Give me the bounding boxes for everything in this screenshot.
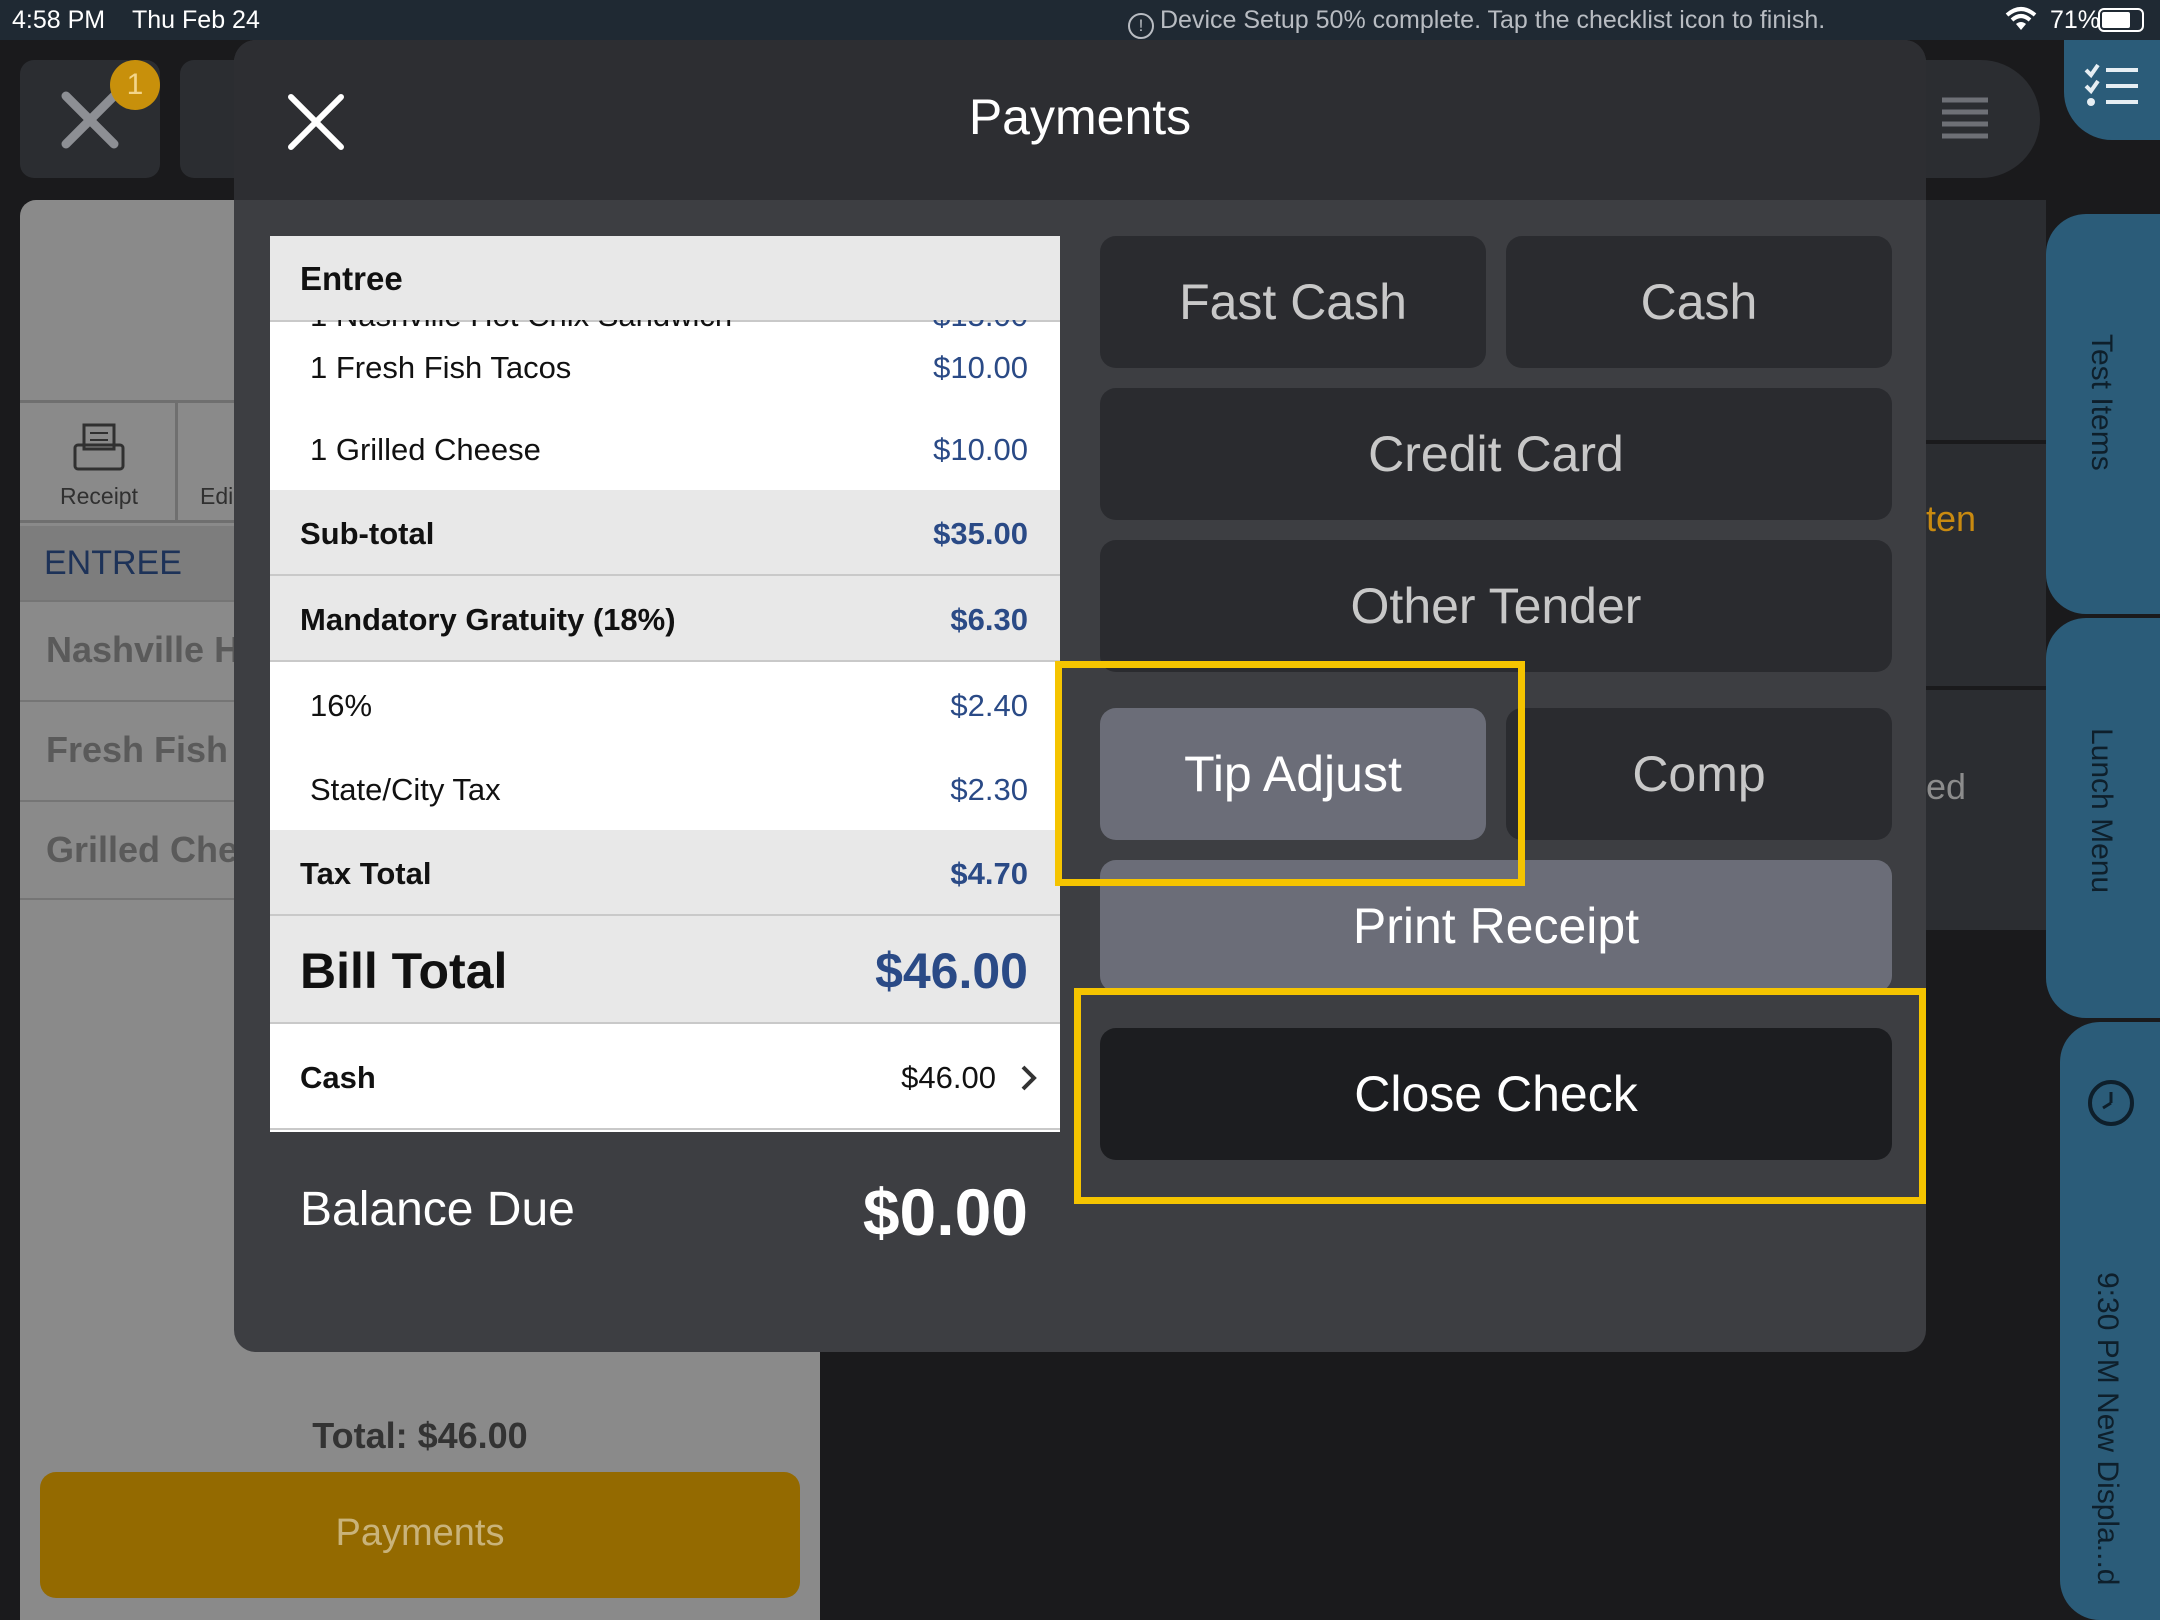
tip-adjust-highlight: [1055, 661, 1525, 886]
bill-total-label: Bill Total: [300, 943, 508, 999]
modal-title: Payments: [968, 89, 1192, 145]
receipt-tab-label: Receipt: [60, 483, 138, 509]
tax-total-row: Tax Total $4.70: [270, 830, 1060, 916]
device-setup-message[interactable]: ! Device Setup 50% complete. Tap the chec…: [1128, 6, 1825, 39]
close-check-highlight: [1074, 988, 1926, 1204]
tax-item: 16% $2.40: [270, 662, 1060, 746]
credit-card-button[interactable]: Credit Card: [1100, 388, 1892, 520]
comp-button[interactable]: Comp: [1506, 708, 1892, 840]
menu-item-partial: ed: [1926, 766, 1967, 807]
notification-badge: 1: [110, 60, 160, 110]
entree-section-label: ENTREE: [44, 544, 182, 582]
gratuity-label: Mandatory Gratuity (18%): [300, 602, 676, 637]
order-item[interactable]: Grilled Che: [20, 800, 260, 900]
edit-tab-label: Edi: [200, 483, 234, 509]
wifi-icon: [2005, 7, 2037, 30]
menu-item-partial: ten: [1926, 498, 1977, 539]
chevron-right-icon: [1021, 1065, 1037, 1091]
tax-item-price: $2.40: [950, 688, 1028, 723]
tax-item-name: State/City Tax: [310, 772, 501, 807]
side-tab-label: Lunch Menu: [2085, 728, 2118, 894]
battery-percent: 71%: [2050, 6, 2101, 34]
order-total: Total: $46.00: [312, 1415, 528, 1456]
subtotal-row: Sub-total $35.00: [270, 490, 1060, 576]
balance-due-label: Balance Due: [300, 1183, 575, 1236]
subtotal-value: $35.00: [933, 516, 1028, 551]
status-bar: 4:58 PM Thu Feb 24 ! Device Setup 50% com…: [0, 0, 2160, 40]
side-tab-new-display[interactable]: 9:30 PM New Displa...d: [2060, 1022, 2160, 1620]
payment-value: $46.00: [901, 1060, 996, 1095]
bill-header-label: Entree: [300, 260, 403, 297]
payment-label: Cash: [300, 1060, 376, 1095]
order-item[interactable]: Fresh Fish: [20, 700, 260, 800]
checklist-icon: [2084, 63, 2138, 106]
bill-header-overlay: Entree: [270, 236, 1060, 320]
cash-button[interactable]: Cash: [1506, 236, 1892, 368]
menu-grid-divider: [1926, 440, 2046, 444]
bill-total-value: $46.00: [875, 943, 1028, 999]
tax-total-label: Tax Total: [300, 856, 432, 891]
balance-due-value: $0.00: [862, 1175, 1028, 1249]
bill-item-name: 1 Grilled Cheese: [310, 432, 541, 467]
side-tab-lunch-menu[interactable]: Lunch Menu: [2046, 618, 2160, 1018]
bill-item-name: 1 Fresh Fish Tacos: [310, 350, 572, 385]
fast-cash-button[interactable]: Fast Cash: [1100, 236, 1486, 368]
menu-grid-divider: [1926, 686, 2046, 690]
tax-total-value: $4.70: [950, 856, 1028, 891]
payments-button[interactable]: Payments: [40, 1472, 800, 1598]
side-tab-test-items[interactable]: Test Items: [2046, 214, 2160, 614]
bill-total-row: Bill Total $46.00: [270, 916, 1060, 1024]
bill-item: 1 Grilled Cheese $10.00: [270, 406, 1060, 490]
device-setup-text: Device Setup 50% complete. Tap the check…: [1160, 6, 1826, 34]
other-tender-button[interactable]: Other Tender: [1100, 540, 1892, 672]
payments-button-label: Payments: [335, 1512, 505, 1554]
payment-row-cash[interactable]: Cash $46.00: [270, 1024, 1060, 1130]
subtotal-label: Sub-total: [300, 516, 435, 551]
hamburger-menu-icon: [1942, 97, 1988, 139]
modal-header: Payments: [234, 40, 1926, 200]
status-date: Thu Feb 24: [132, 6, 260, 34]
battery-icon: [2098, 8, 2144, 32]
receipt-tab[interactable]: Receipt: [20, 403, 178, 523]
gratuity-row: Mandatory Gratuity (18%) $6.30: [270, 576, 1060, 662]
order-item[interactable]: Nashville H: [20, 600, 260, 700]
clock-icon: [2088, 1080, 2134, 1126]
side-tab-label: Test Items: [2085, 334, 2118, 471]
gratuity-value: $6.30: [950, 602, 1028, 637]
bill-item-price: $10.00: [933, 350, 1028, 385]
bill-summary: Entree 1 Nashville Hot Chix Sandwich $15…: [270, 236, 1060, 1316]
bill-item-price: $10.00: [933, 432, 1028, 467]
status-time: 4:58 PM: [12, 6, 106, 34]
close-icon: [61, 91, 119, 149]
info-icon: !: [1128, 13, 1154, 39]
menu-grid-bg: [1926, 200, 2046, 930]
tax-item-price: $2.30: [950, 772, 1028, 807]
balance-due-row: Balance Due $0.00: [270, 1132, 1060, 1316]
bill-item: 1 Fresh Fish Tacos $10.00: [270, 322, 1060, 406]
receipt-icon: [73, 423, 125, 471]
tax-item: State/City Tax $2.30: [270, 746, 1060, 830]
checklist-button[interactable]: [2064, 40, 2160, 140]
side-tab-label: 9:30 PM New Displa...d: [2091, 1272, 2124, 1586]
tax-item-name: 16%: [310, 688, 373, 723]
